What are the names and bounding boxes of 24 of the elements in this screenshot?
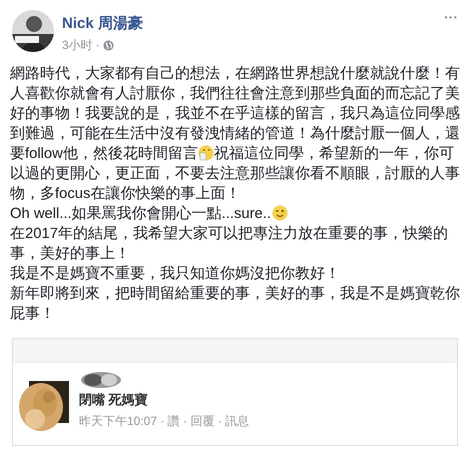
post-text: 網路時代，大家都有自己的想法，在網路世界想說什麼就說什麼！有 — [10, 66, 460, 82]
post-time[interactable]: 3小时 — [62, 36, 93, 54]
post-text: 物，多focus在讓你快樂的事上面！ — [10, 186, 240, 202]
separator-dot: · — [96, 37, 100, 54]
post-text: 我是不是媽寶不重要，我只知道你媽沒把你教好！ — [10, 266, 340, 282]
comment-text: 閉嘴 死媽寶 — [79, 391, 149, 409]
post-text: 好的事物！我要說的是，我並不在乎這樣的留言，我只為這位同學感 — [10, 106, 460, 122]
post-text: 事，美好的事上！ — [10, 246, 130, 262]
post-text: 到難過，可能在生活中沒有發洩情緒的管道！為什麼討厭一個人，還 — [10, 126, 460, 142]
post-text: 新年即將到來，把時間留給重要的事，美好的事，我是不是媽寶乾你 — [10, 286, 460, 302]
more-options-button[interactable]: ··· — [444, 10, 458, 24]
post-text: 在2017年的結尾，我希望大家可以把專注力放在重要的事，快樂的 — [10, 226, 448, 242]
wink-emoji-icon — [272, 205, 288, 221]
post-text: 祝福這位同學，希望新的一年，你可 — [214, 146, 454, 162]
avatar-icon[interactable] — [12, 10, 54, 52]
author-name[interactable]: Nick 周湯豪 — [62, 14, 143, 34]
globe-icon — [102, 40, 114, 50]
post-text: 屁事！ — [10, 306, 55, 322]
post-text: 人喜歡你就會有人討厭你，我們往往會注意到那些負面的而忘記了美 — [10, 86, 460, 102]
post-text: 以過的更開心，更正面，不要去注意那些讓你看不順眼，討厭的人事 — [10, 166, 460, 182]
post-text: Oh well...如果罵我你會開心一點...sure.. — [10, 206, 272, 222]
emoji-face-icon — [198, 145, 214, 161]
post-text: 要follow他，然後花時間留言 — [10, 146, 198, 162]
comment-meta: 昨天下午10:07 · 讚 · 回覆 · 訊息 — [79, 413, 250, 430]
